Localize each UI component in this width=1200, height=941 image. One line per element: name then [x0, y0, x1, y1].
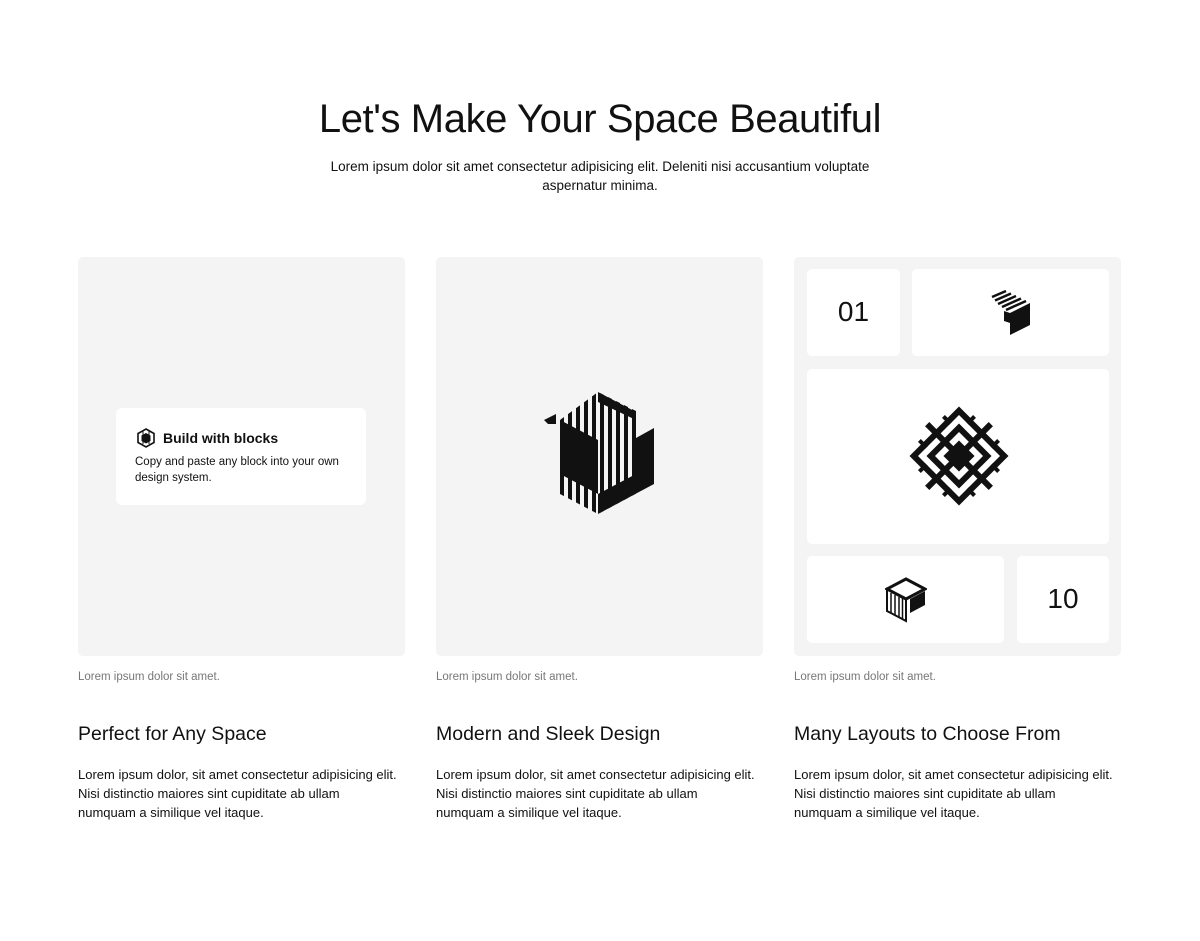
feature-caption-2: Lorem ipsum dolor sit amet. [436, 671, 578, 683]
feature-body-3: Lorem ipsum dolor, sit amet consectetur … [794, 767, 1113, 820]
logo-tile-diamond [807, 369, 1109, 544]
page-subtitle: Lorem ipsum dolor sit amet consectetur a… [330, 159, 870, 193]
feature-caption-3: Lorem ipsum dolor sit amet. [794, 671, 936, 683]
diamond-comb-logo-icon [909, 406, 1009, 506]
block-logo-icon [137, 428, 155, 448]
striped-hexagon-logo-icon [544, 392, 654, 514]
number-tile-01: 01 [807, 269, 900, 356]
feature-body-2: Lorem ipsum dolor, sit amet consectetur … [436, 767, 755, 820]
feature-caption-1: Lorem ipsum dolor sit amet. [78, 671, 220, 683]
tile-number: 01 [837, 296, 870, 327]
page-title: Let's Make Your Space Beautiful [318, 97, 882, 141]
number-tile-10: 10 [1017, 556, 1109, 643]
feature-body-1: Lorem ipsum dolor, sit amet consectetur … [78, 767, 397, 820]
cube-outline-logo-icon [885, 577, 927, 623]
feature-title-3: Many Layouts to Choose From [794, 723, 1061, 745]
logo-tile-cube-outline [807, 556, 1004, 643]
logo-tile-striped-cube [912, 269, 1109, 356]
mini-card-description: Copy and paste any block into your own d… [135, 456, 339, 484]
mini-card-title: Build with blocks [163, 430, 279, 446]
feature-title-1: Perfect for Any Space [78, 723, 267, 745]
feature-image-card-1: Build with blocks Copy and paste any blo… [78, 257, 405, 656]
feature-image-card-3: 01 10 [794, 257, 1121, 656]
feature-image-card-2 [436, 257, 763, 656]
feature-title-2: Modern and Sleek Design [436, 723, 661, 745]
tile-number: 10 [1047, 583, 1079, 614]
build-with-blocks-card: Build with blocks Copy and paste any blo… [116, 408, 366, 505]
striped-cube-logo-icon [991, 289, 1030, 335]
